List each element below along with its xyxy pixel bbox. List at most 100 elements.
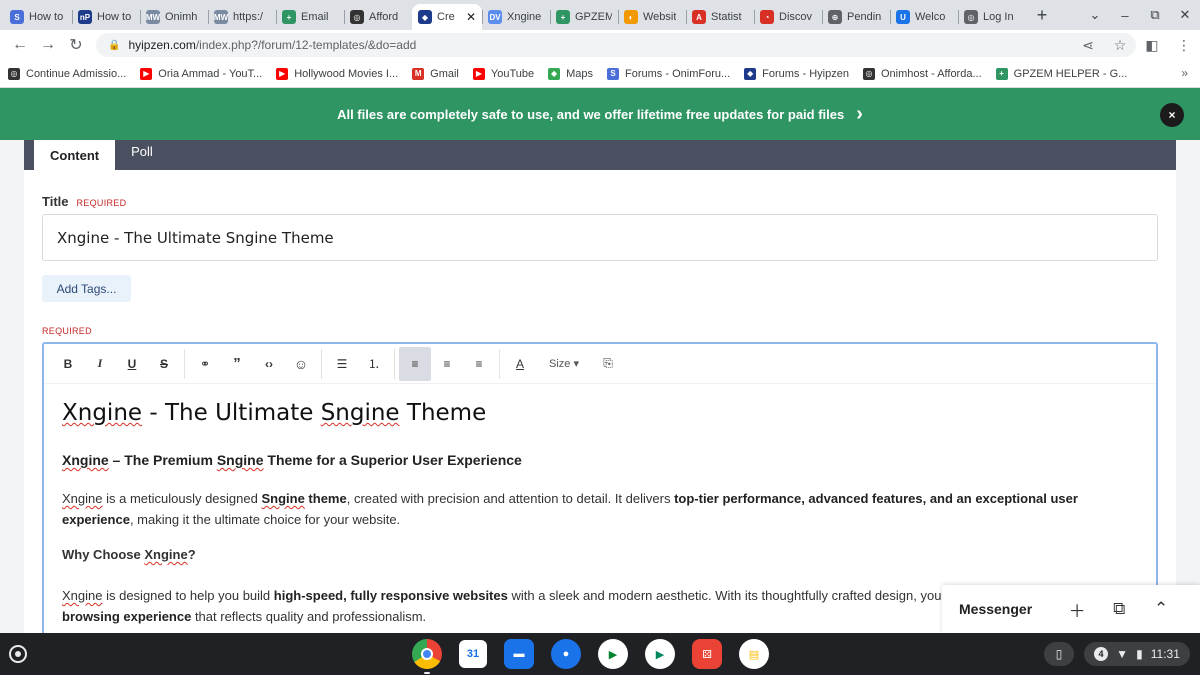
mail-wizz-icon: MW (214, 10, 228, 24)
browser-tab[interactable]: ◆ Cre ✕ (412, 4, 482, 30)
files-icon[interactable]: ▬ (504, 639, 534, 669)
new-message-icon[interactable]: ＋ (1056, 597, 1098, 622)
restore-icon[interactable]: ⧉ (1140, 7, 1170, 23)
holding-space-icon[interactable]: ▯ (1044, 642, 1074, 666)
bookmark-label: Forums - OnimForu... (625, 67, 731, 80)
address-bar[interactable]: 🔒 hyipzen.com /index.php?/forum/12-templ… (96, 33, 1136, 57)
code-icon[interactable]: ‹› (253, 347, 285, 381)
bookmark-item[interactable]: M Gmail (412, 67, 459, 80)
browser-tab[interactable]: A Statist (686, 4, 754, 30)
tab-content[interactable]: Content (34, 140, 116, 170)
preview-icon[interactable]: ⎘ (592, 347, 624, 381)
underline-button[interactable]: U (116, 347, 148, 381)
browser-tab[interactable]: nP How to (72, 4, 140, 30)
messages-icon[interactable]: ● (551, 639, 581, 669)
forward-icon[interactable]: → (34, 36, 62, 54)
new-tab-icon[interactable]: + (1030, 3, 1054, 27)
bookmark-item[interactable]: ▶ Oria Ammad - YouT... (140, 67, 262, 80)
close-window-icon[interactable]: ✕ (1170, 7, 1200, 23)
add-tags-button[interactable]: Add Tags... (42, 275, 131, 302)
bookmark-item[interactable]: ◎ Continue Admissio... (8, 67, 126, 80)
battery-icon: ▮ (1136, 647, 1143, 661)
notification-count: 4 (1094, 647, 1109, 661)
url-host: hyipzen.com (128, 38, 196, 52)
share-icon[interactable]: ⋖ (1072, 37, 1104, 54)
messenger-widget[interactable]: Messenger ＋ ⧉ ⌃ (942, 585, 1200, 633)
bookmark-item[interactable]: + GPZEM HELPER - G... (995, 67, 1128, 80)
required-badge: REQUIRED (76, 198, 127, 208)
browser-tab[interactable]: ⊕ Pendin (822, 4, 890, 30)
bookmark-item[interactable]: ◆ Forums - Hyipzen (744, 67, 849, 80)
chrome-icon[interactable] (412, 639, 442, 674)
paragraph-text: with a sleek and modern aesthetic. With … (507, 588, 942, 603)
paragraph-bold: high-speed, fully responsive websites (273, 588, 508, 603)
side-panel-icon[interactable]: ◧ (1136, 37, 1168, 54)
post-form: Content Poll Title REQUIRED Xngine - The … (24, 140, 1176, 633)
back-icon[interactable]: ← (6, 36, 34, 54)
strikethrough-button[interactable]: S (148, 347, 180, 381)
window-controls: ⌄ – ⧉ ✕ (1080, 0, 1200, 30)
launcher-icon[interactable] (9, 645, 27, 663)
browser-tab[interactable]: MW https:/ (208, 4, 276, 30)
browser-tab[interactable]: ◔ Discov (754, 4, 822, 30)
bookmark-item[interactable]: ◆ Maps (548, 67, 593, 80)
numbered-list-icon[interactable]: ⒈ (358, 347, 390, 381)
title-label-text: Title (42, 194, 69, 209)
browser-tab[interactable]: S How to (4, 4, 72, 30)
keep-icon[interactable]: ▤ (739, 639, 769, 669)
browser-tab[interactable]: DV Xngine (482, 4, 550, 30)
status-tray[interactable]: 4 ▼ ▮ 11:31 (1084, 642, 1190, 666)
emoji-icon[interactable]: ☺ (285, 347, 317, 381)
browser-tab[interactable]: U Welco (890, 4, 958, 30)
italic-button[interactable]: I (84, 347, 116, 381)
bookmark-item[interactable]: ◎ Onimhost - Afforda... (862, 67, 982, 80)
title-input[interactable]: Xngine - The Ultimate Sngine Theme (42, 214, 1158, 261)
tab-title: Xngine (507, 11, 542, 23)
align-left-icon[interactable]: ≡ (399, 346, 431, 381)
welcome-u-icon: U (896, 10, 910, 24)
browser-tab[interactable]: ◐ Websit (618, 4, 686, 30)
text-color-icon[interactable]: A (504, 347, 536, 381)
chevron-up-icon[interactable]: ⌃ (1140, 599, 1182, 619)
reload-icon[interactable]: ↻ (62, 35, 90, 55)
bullet-list-icon[interactable]: ☰ (326, 347, 358, 381)
quote-icon[interactable]: ” (221, 347, 253, 381)
align-right-icon[interactable]: ≡ (463, 347, 495, 381)
browser-tab[interactable]: MW Onimh (140, 4, 208, 30)
tab-poll[interactable]: Poll (115, 136, 169, 166)
pinned-apps: 31 ▬ ● ▶ ▶ ⚄ ▤ (412, 639, 769, 674)
tab-search-icon[interactable]: ⌄ (1080, 7, 1110, 23)
chevron-right-icon: › (856, 102, 863, 125)
menu-kebab-icon[interactable]: ⋮ (1168, 37, 1200, 54)
title-label: Title REQUIRED (42, 194, 126, 209)
browser-tab[interactable]: ◎ Log In (958, 4, 1026, 30)
align-center-icon[interactable]: ≡ (431, 347, 463, 381)
banner-close-button[interactable]: × (1160, 103, 1184, 127)
browser-tab[interactable]: + GPZEM (550, 4, 618, 30)
bookmarks-bar: ◎ Continue Admissio... ▶ Oria Ammad - YouT.… (0, 60, 1200, 88)
link-icon[interactable]: ⚭ (189, 347, 221, 381)
onimhost-icon: S (10, 10, 24, 24)
bookmark-item[interactable]: ▶ YouTube (472, 67, 534, 80)
pending-globe-icon: ⊕ (828, 10, 842, 24)
play-store-icon[interactable]: ▶ (645, 639, 675, 669)
bookmarks-overflow-icon[interactable]: » (1181, 66, 1188, 80)
bookmark-star-icon[interactable]: ☆ (1104, 37, 1136, 54)
bold-button[interactable]: B (52, 347, 84, 381)
screencast-icon[interactable]: ⚄ (692, 639, 722, 669)
browser-tab[interactable]: + Email (276, 4, 344, 30)
font-size-dropdown[interactable]: Size ▾ (536, 347, 592, 381)
bookmark-label: GPZEM HELPER - G... (1013, 67, 1128, 80)
bookmark-item[interactable]: S Forums - OnimForu... (607, 67, 731, 80)
clock: 11:31 (1150, 647, 1180, 661)
meet-icon[interactable]: ▶ (598, 639, 628, 669)
popout-icon[interactable]: ⧉ (1098, 599, 1140, 619)
bookmark-item[interactable]: ▶ Hollywood Movies I... (276, 67, 398, 80)
why-text: ? (187, 547, 196, 562)
xngine-icon: DV (488, 10, 502, 24)
close-tab-icon[interactable]: ✕ (466, 10, 476, 24)
calendar-icon[interactable]: 31 (459, 640, 487, 668)
browser-tab[interactable]: ◎ Afford (344, 4, 412, 30)
announcement-banner[interactable]: All files are completely safe to use, an… (0, 88, 1200, 140)
minimize-icon[interactable]: – (1110, 8, 1140, 23)
